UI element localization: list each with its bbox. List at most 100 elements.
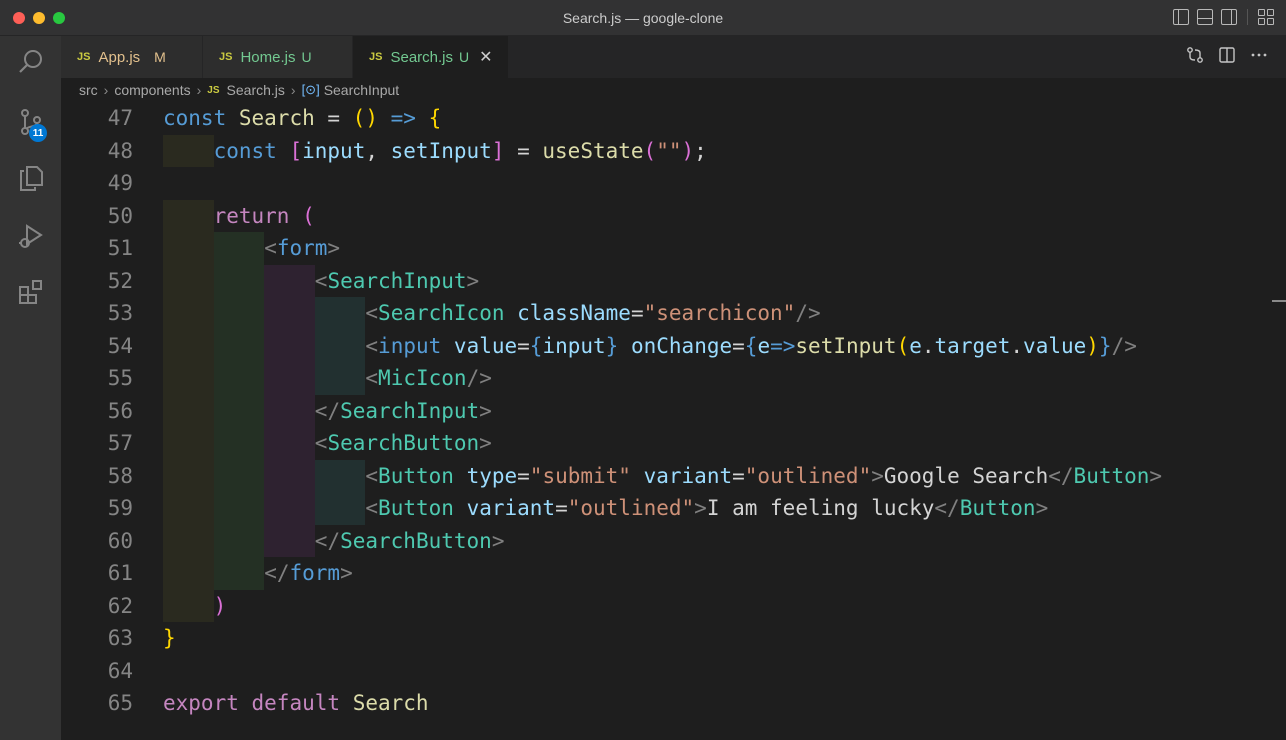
code-token: = — [732, 463, 745, 488]
indent-guide — [213, 492, 265, 525]
code-token: Search — [238, 106, 315, 130]
code-line[interactable]: 56 </SearchInput> — [61, 394, 1286, 427]
code-token: Search — [352, 691, 429, 715]
indent-guide — [213, 297, 265, 330]
code-line[interactable]: 62) — [61, 589, 1286, 622]
code-line[interactable]: 58 <Button type="submit" variant="outline… — [61, 459, 1286, 492]
code-line[interactable]: 52 <SearchInput> — [61, 264, 1286, 297]
scrollbar-position-marker — [1272, 300, 1286, 302]
split-editor-icon[interactable] — [1218, 46, 1236, 64]
customize-layout-icon[interactable] — [1258, 9, 1274, 25]
close-tab-icon[interactable]: ✕ — [479, 47, 492, 67]
code-line[interactable]: 59 <Button variant="outlined">I am feelin… — [61, 492, 1286, 525]
tab-label: App.js — [98, 48, 141, 66]
code-token: = — [517, 333, 530, 358]
code-token: . — [921, 333, 935, 358]
code-line[interactable]: 64 — [61, 655, 1286, 688]
code-line[interactable]: 50 return ( — [61, 199, 1286, 233]
search-icon[interactable] — [0, 38, 61, 86]
extensions-icon[interactable] — [0, 268, 61, 316]
more-actions-icon[interactable] — [1250, 46, 1268, 64]
code-token: input — [542, 333, 606, 358]
code-token: } — [1098, 333, 1112, 358]
code-token: > — [466, 268, 480, 293]
code-token: < — [365, 301, 379, 325]
line-number: 47 — [107, 106, 133, 130]
code-token: onChange — [630, 333, 733, 358]
tab-home-js[interactable]: JS Home.js U — [203, 36, 353, 78]
code-line[interactable]: 48 const [input, setInput] = useState("")… — [61, 134, 1286, 167]
code-line[interactable]: 54 <input value={input} onChange={e=>setI… — [61, 329, 1286, 362]
tab-git-status: U — [459, 49, 470, 65]
code-text: const Search = () => { — [163, 102, 441, 135]
code-token: className — [517, 301, 631, 325]
line-number: 59 — [107, 496, 133, 520]
indent-guide — [163, 264, 214, 297]
line-number: 64 — [107, 658, 133, 683]
breadcrumb-item[interactable]: src — [79, 82, 98, 98]
code-line[interactable]: 61 </form> — [61, 557, 1286, 590]
code-token: SearchInput — [327, 268, 467, 293]
indent-guide — [163, 589, 214, 622]
code-line[interactable]: 47 const Search = () => { — [61, 102, 1286, 135]
code-token: default — [251, 691, 341, 715]
source-control-icon[interactable]: 11 — [0, 98, 61, 146]
code-text: return ( — [214, 200, 315, 233]
code-line[interactable]: 60 </SearchButton> — [61, 524, 1286, 557]
indent-guide — [264, 459, 315, 492]
toggle-panel-icon[interactable] — [1197, 9, 1213, 25]
code-line[interactable]: 55 <MicIcon/> — [61, 362, 1286, 395]
run-debug-icon[interactable] — [0, 212, 61, 260]
source-control-badge: 11 — [29, 124, 47, 142]
files-icon[interactable] — [0, 154, 61, 202]
code-token: e — [909, 333, 922, 358]
indent-guide — [314, 459, 366, 492]
code-token: setInput — [390, 138, 492, 163]
code-line[interactable]: 63} — [61, 622, 1286, 655]
indent-guide — [163, 362, 214, 395]
code-token: target — [934, 333, 1011, 358]
code-token: = — [732, 333, 745, 358]
toggle-secondary-sidebar-icon[interactable] — [1221, 9, 1237, 25]
code-line[interactable]: 49 — [61, 167, 1286, 200]
code-token: type — [466, 463, 518, 488]
tab-app-js[interactable]: JS App.js M — [61, 36, 203, 78]
indent-guide — [213, 459, 265, 492]
code-line[interactable]: 51 <form> — [61, 232, 1286, 265]
open-changes-icon[interactable] — [1186, 46, 1204, 64]
code-token: ( — [302, 203, 315, 228]
js-file-icon: JS — [207, 84, 220, 96]
breadcrumb-item[interactable]: components — [114, 82, 190, 98]
code-token: </ — [314, 528, 341, 553]
code-line[interactable]: 57 <SearchButton> — [61, 427, 1286, 460]
code-token: input — [302, 138, 366, 163]
breadcrumb-item[interactable]: Search.js — [227, 82, 285, 98]
tab-search-js[interactable]: JS Search.js U ✕ — [353, 36, 509, 78]
breadcrumb-item[interactable]: SearchInput — [324, 82, 400, 98]
code-token: </ — [934, 496, 960, 520]
chevron-right-icon: › — [290, 82, 296, 98]
code-token: > — [871, 463, 884, 488]
code-token: ) — [213, 593, 227, 618]
js-file-icon: JS — [77, 51, 91, 63]
toggle-primary-sidebar-icon[interactable] — [1173, 9, 1189, 25]
indent-guide — [163, 297, 214, 330]
indent-guide — [163, 232, 214, 265]
code-line[interactable]: 53 <SearchIcon className="searchicon"/> — [61, 297, 1286, 330]
code-token: value — [453, 333, 518, 358]
code-token: ; — [694, 138, 707, 163]
code-token: > — [479, 431, 492, 455]
line-number: 56 — [107, 398, 133, 423]
code-token: SearchIcon — [378, 301, 505, 325]
code-token: Google Search — [883, 463, 1049, 488]
code-token: const — [213, 138, 277, 163]
tab-label: Home.js — [240, 48, 296, 66]
code-token: = — [314, 106, 353, 130]
code-editor[interactable]: 47 const Search = () => {48 const [input, … — [61, 102, 1286, 740]
indent-guide — [264, 297, 315, 330]
code-line[interactable]: 65 export default Search — [61, 687, 1286, 720]
code-token: </ — [264, 561, 290, 585]
code-token: /> — [795, 301, 821, 325]
